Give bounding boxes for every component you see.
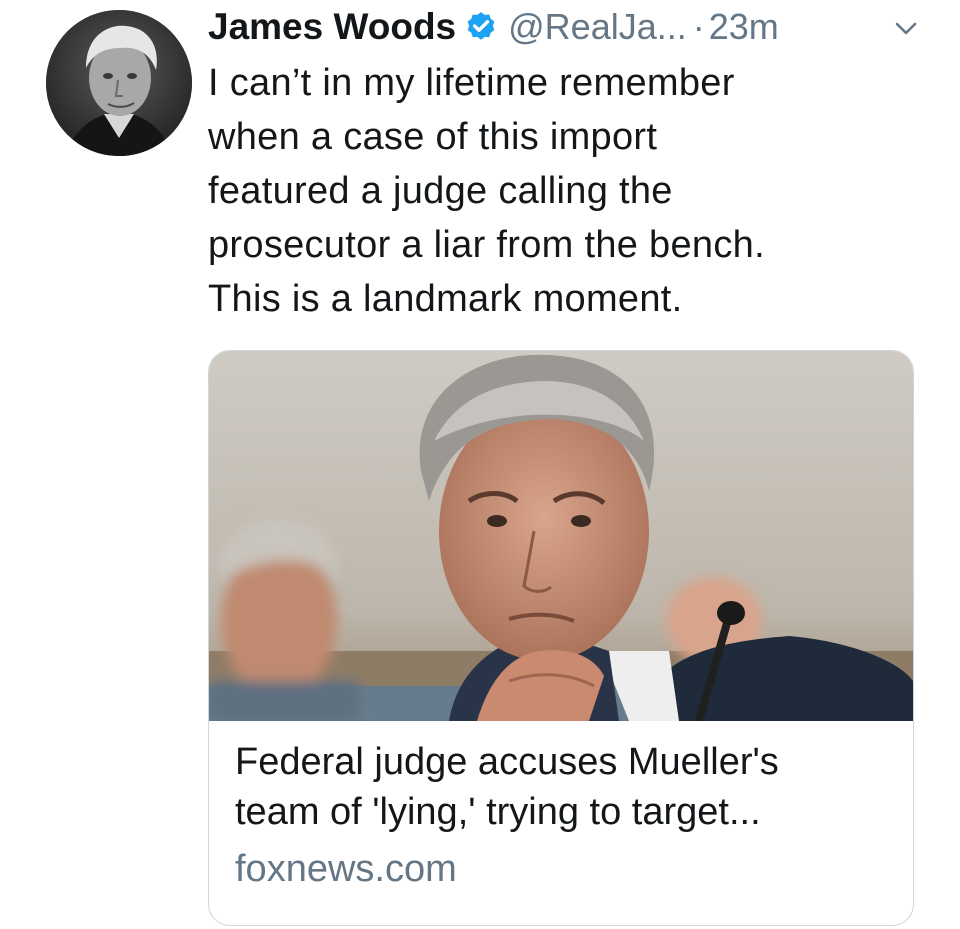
link-card-title-line: team of 'lying,' trying to target... (235, 791, 761, 833)
author-name[interactable]: James Woods (208, 6, 456, 48)
link-card-domain[interactable]: foxnews.com (235, 845, 895, 893)
separator-dot: · (692, 6, 705, 47)
author-handle[interactable]: @RealJa... (508, 6, 687, 48)
link-card-title[interactable]: Federal judge accuses Mueller's team of … (235, 737, 895, 837)
author-avatar[interactable] (46, 10, 192, 156)
avatar-photo (46, 10, 192, 156)
tweet-text-line: featured a judge calling the (208, 170, 673, 212)
tweet-text-line: I can’t in my lifetime remember (208, 62, 735, 104)
chevron-down-icon[interactable] (892, 18, 920, 40)
tweet-text-line: when a case of this import (208, 116, 658, 158)
link-card-title-line: Federal judge accuses Mueller's (235, 741, 779, 783)
link-card[interactable]: Federal judge accuses Mueller's team of … (208, 350, 914, 926)
link-card-image (209, 351, 913, 721)
tweet-timestamp[interactable]: 23m (709, 6, 779, 48)
tweet-text: I can’t in my lifetime remember when a c… (208, 56, 928, 326)
verified-badge-icon (464, 10, 498, 44)
tweet-header: James Woods @RealJa... · 23m (208, 4, 779, 50)
link-card-body: Federal judge accuses Mueller's team of … (235, 737, 895, 893)
tweet-text-line: This is a landmark moment. (208, 278, 683, 320)
tweet-text-line: prosecutor a liar from the bench. (208, 224, 765, 266)
